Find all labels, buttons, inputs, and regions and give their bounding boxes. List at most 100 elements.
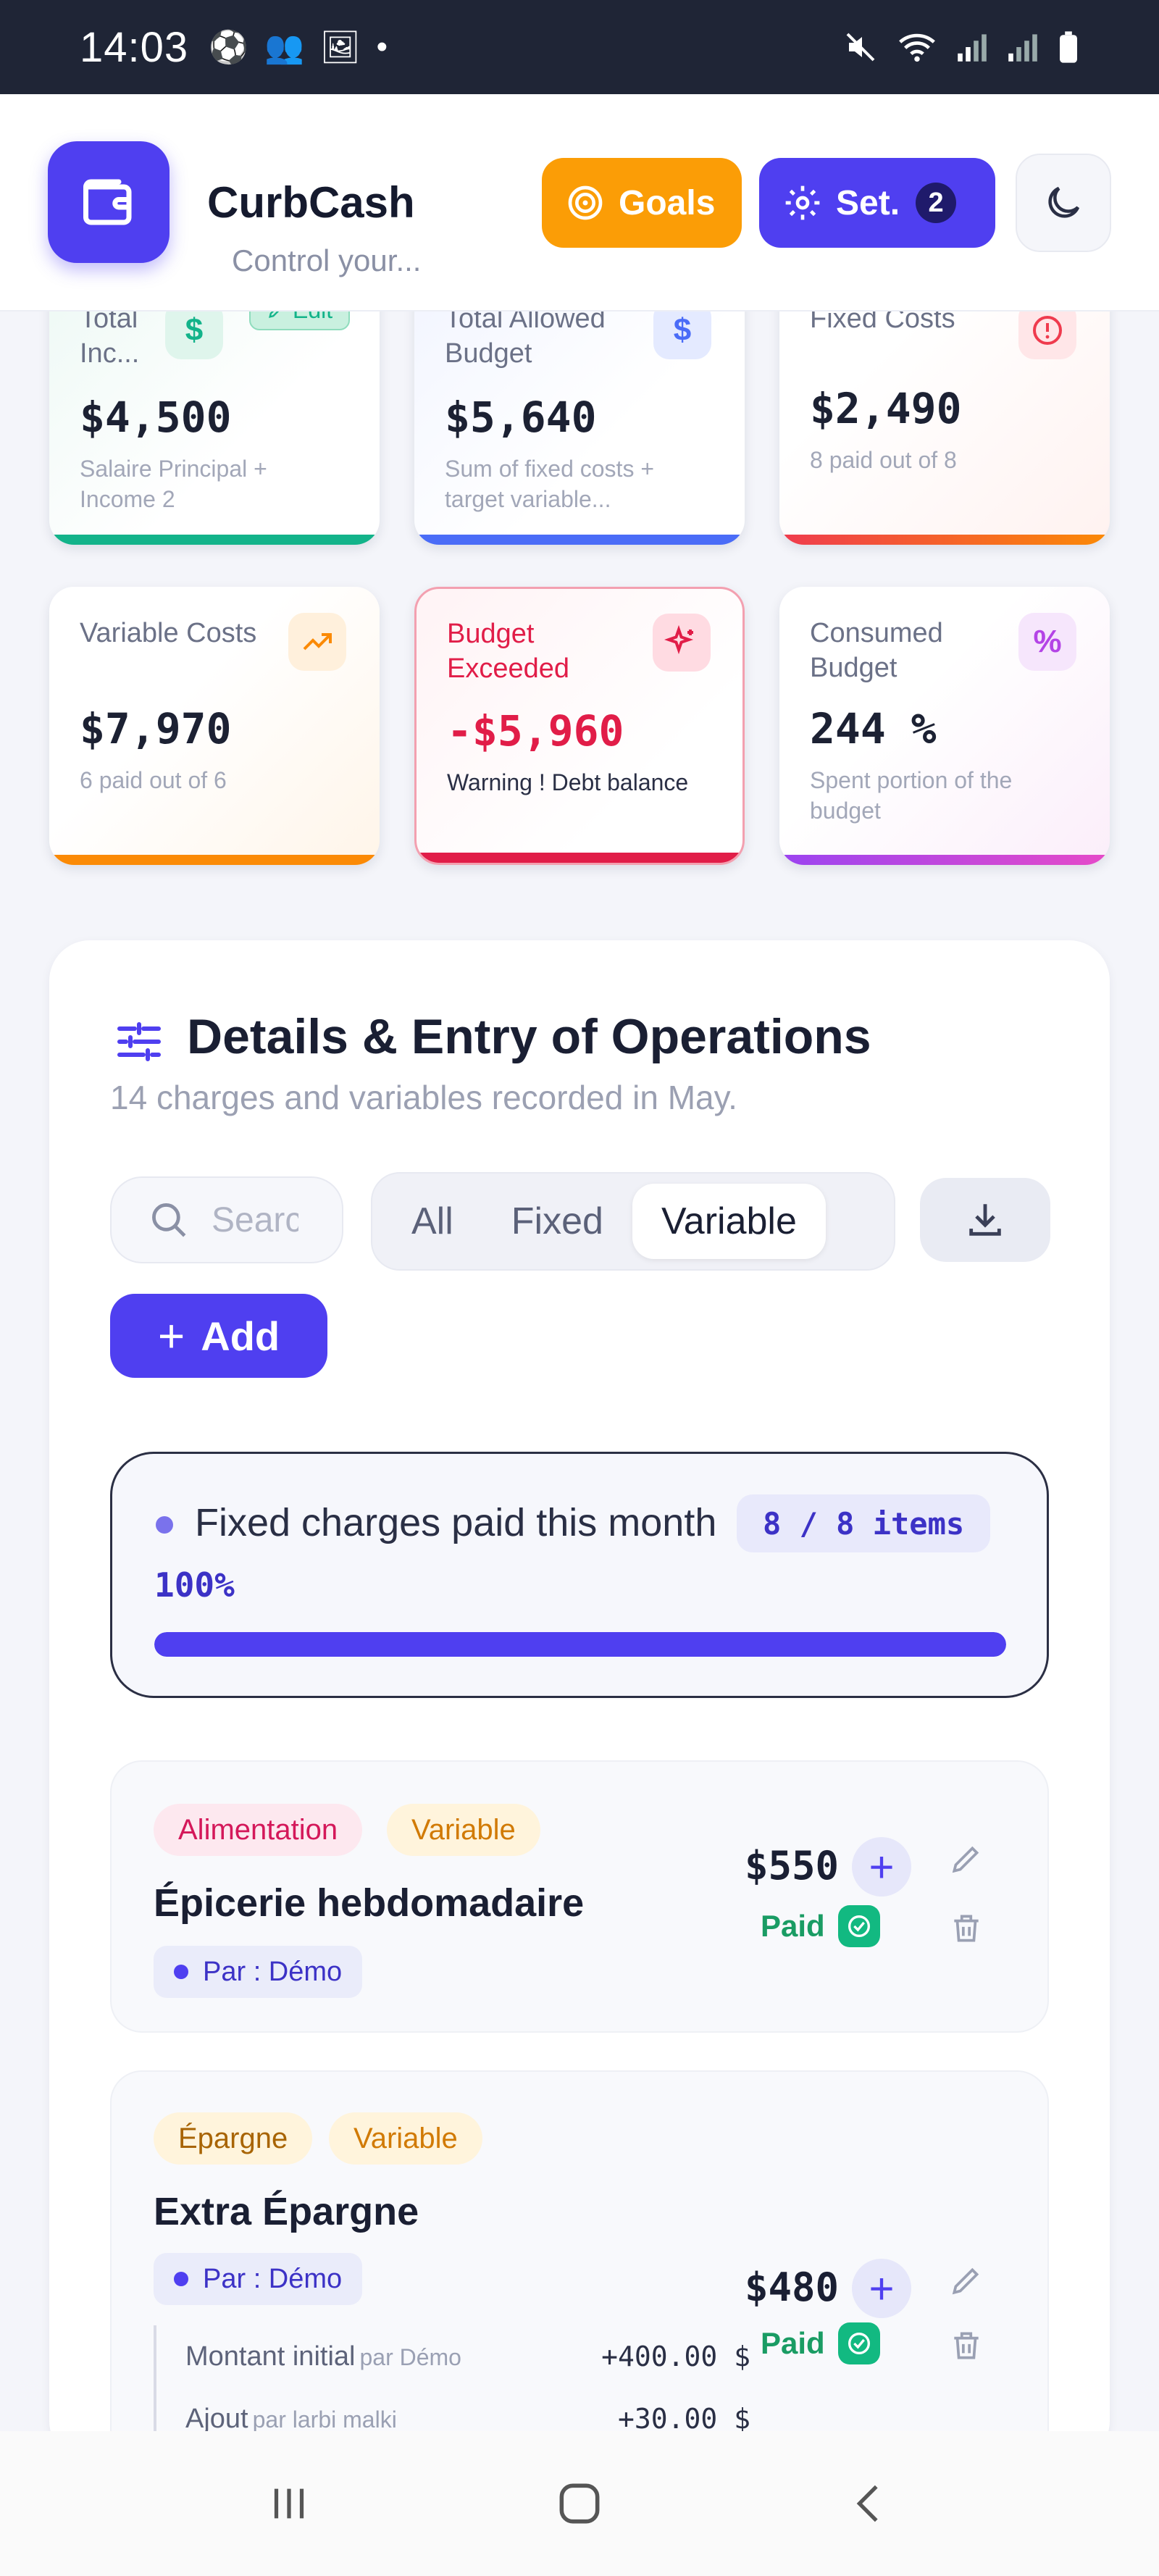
stat-amount: $5,640: [445, 393, 597, 442]
stat-accent-bar: [414, 535, 745, 545]
sliders-icon: [117, 1022, 161, 1061]
progress-fill: [154, 1632, 1006, 1657]
author-label: Par : Démo: [203, 1956, 343, 1987]
stat-accent-bar: [779, 855, 1110, 865]
notification-icons: ⚽ 👥 🖼 •: [209, 28, 388, 66]
percent-icon: %: [1018, 613, 1076, 671]
stat-sub: 8 paid out of 8: [810, 447, 957, 473]
download-icon: [969, 1204, 1001, 1236]
stat-card-variable[interactable]: Variable Costs $7,970 6 paid out of 6: [49, 587, 380, 865]
stat-amount: -$5,960: [447, 706, 624, 756]
stat-card-exceeded[interactable]: Budget Exceeded -$5,960 Warning ! Debt b…: [414, 587, 745, 865]
settings-badge: 2: [916, 183, 957, 223]
recents-icon[interactable]: [264, 2478, 314, 2529]
gear-icon: [785, 185, 820, 220]
history-label: Ajout: [185, 2403, 248, 2434]
wifi-icon: [899, 33, 935, 62]
stat-card-consumed[interactable]: Consumed Budget % 244 % Spent portion of…: [779, 587, 1110, 865]
paid-label: Paid: [761, 1909, 825, 1943]
page-title: Details & Entry of Operations: [187, 1009, 871, 1064]
author-chip: Par : Démo: [154, 2253, 363, 2305]
stat-label: Budget Exceeded: [447, 619, 570, 684]
history-label: Montant initial: [185, 2341, 356, 2372]
app-header: CurbCash Control your... Goals Set. 2: [0, 94, 1159, 311]
paid-status[interactable]: Paid: [761, 2322, 880, 2364]
stat-card-budget[interactable]: Total Allowed Budget $ $5,640 Sum of fix…: [414, 275, 745, 545]
system-nav-bar: [0, 2431, 1159, 2576]
item-name: Épicerie hebdomadaire: [154, 1881, 585, 1925]
status-dot: [156, 1516, 173, 1534]
details-panel: Details & Entry of Operations 14 charges…: [49, 940, 1110, 2505]
history-author: par Démo: [359, 2343, 461, 2370]
stat-label: Consumed Budget: [810, 618, 943, 683]
mute-icon: [846, 33, 875, 62]
check-icon: [837, 1905, 880, 1947]
stat-accent-bar: [49, 535, 380, 545]
stat-card-fixed[interactable]: Fixed Costs $2,490 8 paid out of 8: [779, 275, 1110, 545]
settings-button[interactable]: Set. 2: [759, 158, 995, 248]
category-tag: Alimentation: [154, 1804, 363, 1856]
filter-all[interactable]: All: [382, 1184, 482, 1259]
stat-sub: Salaire Principal + Income 2: [80, 456, 267, 512]
stat-accent-bar: [49, 855, 380, 865]
home-icon[interactable]: [553, 2477, 606, 2530]
fixed-progress-card: Fixed charges paid this month 8 / 8 item…: [110, 1452, 1049, 1698]
history-row: Montant initial par Démo +400.00 $: [185, 2325, 750, 2388]
filter-segment: All Fixed Variable: [371, 1172, 895, 1271]
edit-icon[interactable]: [945, 1837, 988, 1881]
brand: CurbCash Control your...: [207, 177, 421, 277]
paid-status[interactable]: Paid: [761, 1905, 880, 1947]
type-tag: Variable: [387, 1804, 540, 1856]
battery-icon: [1060, 31, 1077, 63]
paid-label: Paid: [761, 2326, 825, 2360]
stat-accent-bar: [779, 535, 1110, 545]
back-icon[interactable]: [845, 2478, 895, 2529]
people-icon: 👥: [264, 30, 304, 65]
download-button[interactable]: [920, 1178, 1050, 1262]
stat-amount: $7,970: [80, 704, 232, 753]
item-price: $480: [745, 2265, 840, 2310]
progress-track: [154, 1632, 1006, 1657]
type-tag: Variable: [329, 2112, 482, 2165]
trash-icon[interactable]: [945, 1907, 988, 1950]
goals-label: Goals: [619, 183, 716, 222]
trend-up-icon: [288, 613, 346, 671]
search-input[interactable]: [212, 1200, 298, 1240]
history-value: +30.00 $: [617, 2403, 750, 2435]
stat-amount: $4,500: [80, 393, 232, 442]
status-bar: 14:03 ⚽ 👥 🖼 •: [0, 0, 1159, 94]
author-chip: Par : Démo: [154, 1946, 363, 1998]
moon-icon: [1048, 186, 1080, 218]
stat-card-income[interactable]: Total Inc... $ Edit $4,500 Salaire Princ…: [49, 275, 380, 545]
search-box[interactable]: [110, 1176, 343, 1263]
signal-icon: [958, 34, 987, 62]
list-item[interactable]: Alimentation Variable Épicerie hebdomada…: [110, 1760, 1049, 2033]
app-name: CurbCash: [207, 177, 415, 227]
wallet-icon: [83, 179, 132, 225]
soccer-icon: ⚽: [209, 30, 248, 65]
stat-label: Variable Costs: [80, 618, 257, 648]
app-tagline: Control your...: [232, 243, 422, 277]
trash-icon[interactable]: [945, 2324, 988, 2367]
goals-button[interactable]: Goals: [542, 158, 742, 248]
filter-fixed[interactable]: Fixed: [482, 1184, 632, 1259]
filter-variable[interactable]: Variable: [632, 1184, 826, 1259]
item-price: $550: [745, 1843, 840, 1889]
stat-sub: Warning ! Debt balance: [447, 769, 689, 795]
plus-icon: +: [157, 1310, 185, 1362]
stat-amount: $2,490: [810, 384, 962, 433]
app-logo[interactable]: [48, 141, 170, 263]
progress-percent: 100%: [154, 1565, 235, 1605]
add-amount-button[interactable]: +: [852, 2259, 911, 2318]
edit-icon[interactable]: [945, 2259, 988, 2302]
stat-amount: 244 %: [810, 704, 937, 753]
history-author: par larbi malki: [252, 2406, 397, 2433]
add-amount-button[interactable]: +: [852, 1837, 911, 1897]
item-name: Extra Épargne: [154, 2190, 419, 2233]
add-button[interactable]: + Add: [110, 1294, 327, 1378]
stat-label: Total Inc...: [80, 304, 140, 369]
clock: 14:03: [80, 23, 189, 71]
stat-accent-bar: [417, 853, 742, 863]
theme-toggle[interactable]: [1016, 154, 1111, 252]
settings-label: Set.: [836, 183, 900, 222]
